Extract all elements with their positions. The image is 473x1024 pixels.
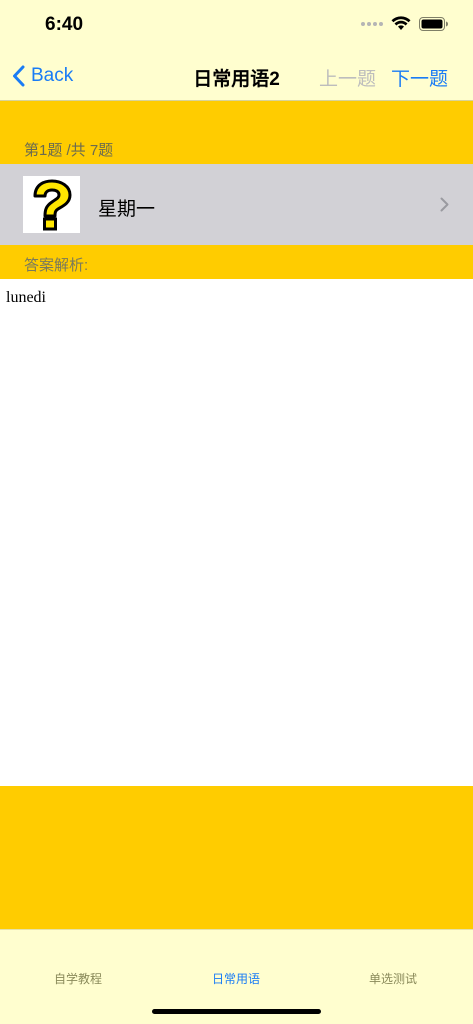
status-time: 6:40 [45,14,84,35]
content-area: 第1题 /共 7题 星期一 答案解析: lunedi [0,101,473,929]
answer-analysis-header: 答案解析: [24,257,89,274]
wifi-icon [391,16,411,30]
question-text: 星期一 [98,199,156,220]
question-thumbnail [23,176,80,233]
tab-self-study[interactable]: 自学教程 [18,970,138,987]
home-indicator[interactable] [152,1009,321,1014]
next-question-button[interactable]: 下一题 [391,64,448,91]
question-counter: 第1题 /共 7题 [24,142,114,159]
tab-daily-phrases[interactable]: 日常用语 [176,970,296,987]
answer-analysis-text: lunedi [6,289,46,306]
navigation-bar: Back 日常用语2 上一题 下一题 [0,52,473,101]
battery-icon [419,16,448,31]
status-bar: 6:40 [0,0,473,52]
answer-analysis-box: lunedi [0,279,473,786]
question-cell[interactable]: 星期一 [0,164,473,245]
previous-question-button[interactable]: 上一题 [319,64,376,91]
chevron-right-icon [440,197,449,212]
status-indicators [361,16,449,31]
question-mark-icon [33,179,72,231]
tab-single-choice-test[interactable]: 单选测试 [333,970,453,987]
cellular-signal-icon [361,21,383,26]
